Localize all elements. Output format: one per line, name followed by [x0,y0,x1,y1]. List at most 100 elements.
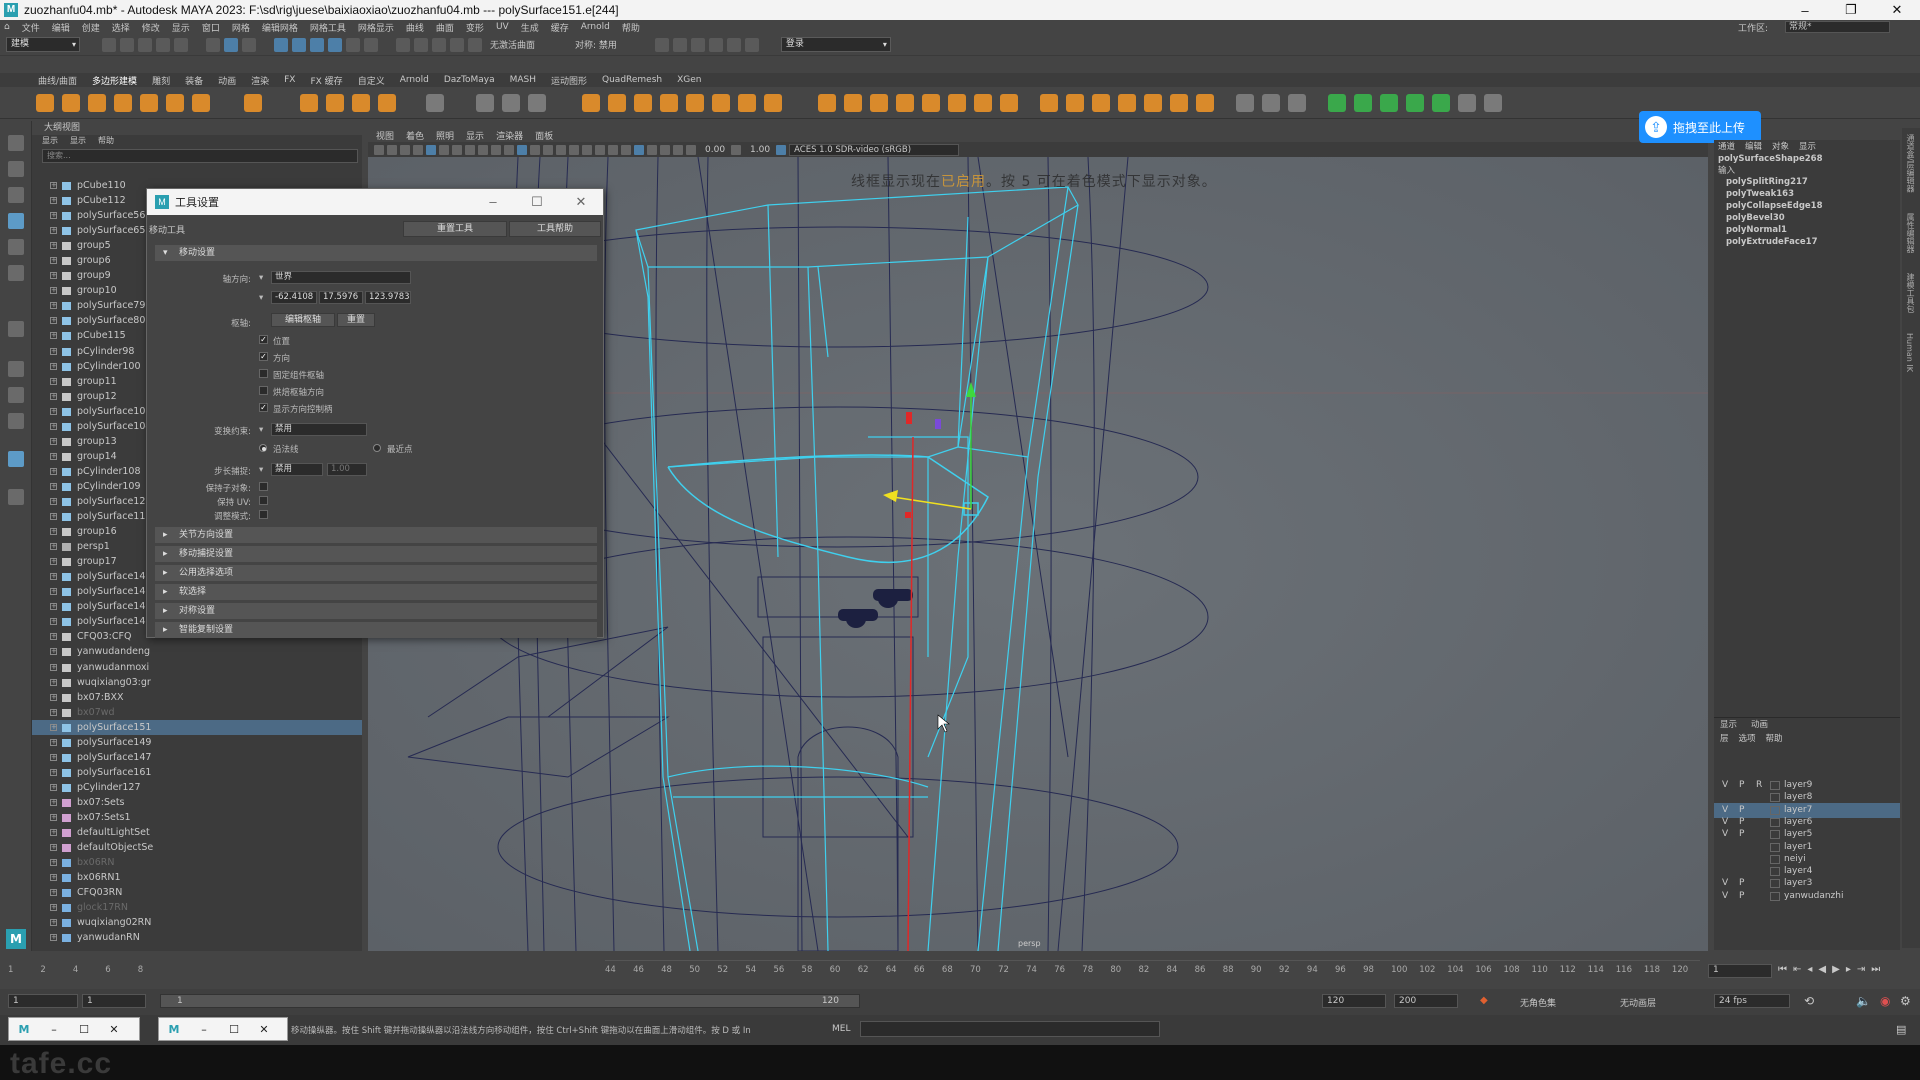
safe-title-icon[interactable] [504,144,514,155]
expand-icon[interactable]: + [50,347,57,355]
prefs-icon[interactable]: ⚙ [1900,994,1911,1008]
custom-tool4-icon[interactable] [1458,94,1476,112]
outliner-item[interactable]: + pCylinder127 [32,780,362,795]
open-scene-icon[interactable] [120,37,134,52]
expand-icon[interactable]: + [50,272,57,280]
section-common-select[interactable]: 公用选择选项 [155,565,597,581]
input-node[interactable]: polyNormal1 [1714,224,1900,236]
maya-m-icon[interactable]: M [6,929,26,949]
svg-icon[interactable] [378,94,396,112]
checkbox-show-handle[interactable]: ✓ [259,403,268,412]
smooth-shade-icon[interactable] [530,144,540,155]
menu-help[interactable]: 帮助 [622,21,640,34]
menu-file[interactable]: 文件 [22,21,40,34]
undo-icon[interactable] [156,37,170,52]
shelf-tab-custom[interactable]: 自定义 [358,74,385,87]
live-surface-label[interactable]: 无激活曲面 [490,38,535,51]
gamma-icon[interactable] [731,144,742,155]
shelf-tab-fx[interactable]: FX [284,75,295,85]
boolean-icon[interactable] [582,94,600,112]
green-tool5-icon[interactable] [1432,94,1450,112]
minimized-window-1[interactable]: M – ☐ ✕ [8,1017,140,1041]
expand-icon[interactable]: + [50,859,57,867]
fill-hole-icon[interactable] [712,94,730,112]
ipr-render-icon[interactable] [690,37,705,52]
symmetry-label[interactable]: 对称: 禁用 [575,38,617,51]
go-to-end-icon[interactable]: ⏭ [1871,964,1880,975]
color-management-icon[interactable] [776,144,787,155]
audio-icon[interactable]: 🔈 [1856,994,1871,1008]
shelf-tab-motion[interactable]: 运动图形 [551,74,587,87]
home-icon[interactable]: ⌂ [4,22,10,32]
snap-live-icon[interactable] [468,37,482,52]
viewport-menu-show[interactable]: 显示 [466,129,484,142]
tab-human-ik[interactable]: Human IK [1905,333,1914,372]
expand-icon[interactable]: + [50,182,57,189]
layer-playback-toggle[interactable]: P [1739,889,1744,904]
outliner-item[interactable]: + wuqixiang02RN [32,915,362,930]
sweep-mesh-icon[interactable] [326,94,344,112]
outliner-menu-display[interactable]: 显示 [42,135,58,147]
time-slider[interactable]: 12468 44 46 48 50 52 54 56 58 60 62 64 66 68 70 72 74 76… [0,951,1920,989]
viewport-menu-panels[interactable]: 面板 [535,129,553,142]
expand-icon[interactable]: + [50,603,57,611]
current-frame-field[interactable]: 1 [1708,964,1772,978]
zoom-icon[interactable] [8,489,24,505]
layer-color-swatch[interactable] [1770,793,1780,803]
auto-key-icon[interactable]: ◆ [1480,995,1488,1006]
expand-icon[interactable]: + [50,738,57,746]
menu-deform[interactable]: 变形 [466,21,484,34]
menu-edit[interactable]: 编辑 [52,21,70,34]
select-hierarchy-icon[interactable] [206,37,220,52]
menu-cache[interactable]: 缓存 [551,21,569,34]
shelf-tab-arnold[interactable]: Arnold [400,75,429,85]
transfer-icon[interactable] [1092,94,1110,112]
render-frame-icon[interactable] [672,37,687,52]
colorspace-select[interactable]: ACES 1.0 SDR-video (sRGB) [789,143,960,156]
layer-color-swatch[interactable] [1770,805,1780,815]
multi-cut-icon[interactable] [764,94,782,112]
custom-tool2-icon[interactable] [1262,94,1280,112]
bevel-icon[interactable] [686,94,704,112]
checkbox-pin-pivot[interactable] [259,369,268,378]
tab-channel-box[interactable]: 通道盒/层编辑器 [1905,134,1916,193]
input-node[interactable]: polySplitRing217 [1714,176,1900,188]
layer-row[interactable]: V Pyanwudanzhi [1714,889,1900,904]
checkbox-preserve-uv[interactable] [259,496,268,505]
snap-point-icon[interactable] [432,37,446,52]
custom-tool5-icon[interactable] [1484,94,1502,112]
input-node[interactable]: polyTweak163 [1714,188,1900,200]
save-scene-icon[interactable] [138,37,152,52]
expand-icon[interactable]: + [50,633,57,641]
redo-icon[interactable] [174,37,188,52]
viewport-menu-view[interactable]: 视图 [376,129,394,142]
scene-start-field[interactable]: 1 [8,994,78,1008]
outliner-item[interactable]: + glock17RN [32,900,362,915]
outliner-item[interactable]: + bx07wd [32,705,362,720]
target-weld-icon[interactable] [896,94,914,112]
dialog-close-button[interactable]: ✕ [559,194,603,210]
camera-select-icon[interactable] [374,144,384,155]
expand-icon[interactable]: + [50,648,57,656]
expand-icon[interactable]: + [50,844,57,852]
menu-surfaces[interactable]: 曲面 [436,21,454,34]
poly-platonic-icon[interactable] [244,94,262,112]
green-tool3-icon[interactable] [1380,94,1398,112]
axis-orient-select[interactable]: 世界 [271,271,411,284]
play-forward-icon[interactable]: ▶ [1832,964,1840,975]
expand-icon[interactable]: + [50,889,57,897]
section-move-snap[interactable]: 移动捕捉设置 [155,546,597,562]
snap-grid-icon[interactable] [396,37,410,52]
layer-tab-display[interactable]: 显示 [1720,718,1737,732]
dialog-maximize-button[interactable]: ☐ [515,194,559,210]
outliner-item[interactable]: + defaultObjectSe [32,840,362,855]
insert-loop-icon[interactable] [844,94,862,112]
retopo-icon[interactable] [1066,94,1084,112]
dialog-minimize-button[interactable]: – [471,194,515,210]
expand-icon[interactable]: + [50,302,57,310]
expand-icon[interactable]: + [50,618,57,626]
layer-color-swatch[interactable] [1770,879,1780,889]
poke-icon[interactable] [1000,94,1018,112]
xray-components-icon[interactable] [673,144,683,155]
workspace-select[interactable]: 常规* [1785,21,1890,33]
